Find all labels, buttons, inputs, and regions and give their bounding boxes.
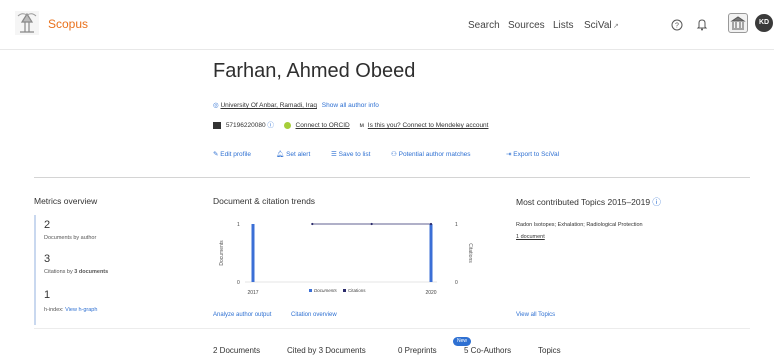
top-header: Scopus Search Sources Lists SciVal ↗ ? K…	[0, 0, 774, 50]
author-name: Farhan, Ahmed Obeed	[213, 60, 416, 82]
documents-label: Documents by author	[44, 235, 97, 241]
h-index-value: 1	[44, 289, 51, 301]
y-tick-label: 1	[237, 222, 240, 228]
documents-count: 2	[44, 219, 51, 231]
y2-tick-label: 1	[455, 222, 458, 228]
id-card-icon	[213, 121, 221, 129]
info-icon[interactable]: ⓘ	[267, 122, 274, 129]
legend-citations-label: Citations	[348, 288, 366, 293]
bell-icon[interactable]	[696, 18, 708, 36]
analyze-output-link[interactable]: Analyze author output	[213, 312, 271, 318]
tab-preprints[interactable]: 0 Preprints	[398, 346, 437, 355]
tab-documents[interactable]: 2 Documents	[213, 346, 260, 355]
y-axis-label: Documents	[219, 240, 225, 266]
y2-tick-label: 0	[455, 280, 458, 286]
help-icon[interactable]: ?	[671, 18, 683, 36]
topic-name: Radon Isotopes; Exhalation; Radiological…	[516, 222, 643, 228]
new-badge: New	[453, 337, 471, 346]
set-alert-button[interactable]: 🔔︎ Set alert	[276, 150, 310, 158]
tab-topics[interactable]: Topics	[538, 346, 561, 355]
metrics-panel: 2 Documents by author 3 Citations by 3 d…	[34, 215, 194, 325]
y2-axis-label: Citations	[467, 243, 473, 263]
connect-orcid-link[interactable]: Connect to ORCID	[296, 122, 350, 129]
show-all-info-link[interactable]: Show all author info	[322, 102, 379, 109]
scopus-id: 57196220080	[225, 122, 266, 129]
save-to-list-label: Save to list	[338, 151, 371, 158]
set-alert-label: Set alert	[286, 151, 311, 158]
documents-bar	[429, 224, 433, 282]
bell-icon: 🔔︎	[276, 151, 287, 158]
id-line: 57196220080 ⓘ Connect to ORCID ᴍ Is this…	[213, 119, 488, 129]
nav-search[interactable]: Search	[468, 20, 500, 31]
topics-title: Most contributed Topics 2015–2019 ⓘ	[516, 197, 661, 207]
svg-text:?: ?	[675, 23, 679, 30]
citations-point	[311, 222, 314, 226]
view-h-graph-link[interactable]: View h-graph	[65, 307, 97, 313]
tab-co-authors[interactable]: 5 Co-Authors	[464, 346, 511, 355]
tab-cited-by[interactable]: Cited by 3 Documents	[287, 346, 366, 355]
trends-chart: 1 0 1 0 Documents Citations 2017 2020 Documents C…	[219, 222, 473, 296]
citations-point	[370, 222, 373, 226]
info-icon[interactable]: ⓘ	[652, 197, 661, 207]
x-tick-label: 2017	[247, 290, 258, 296]
citations-point	[429, 222, 433, 226]
export-scival-label: Export to SciVal	[513, 151, 560, 158]
section-divider	[34, 177, 750, 178]
save-to-list-button[interactable]: ☰ Save to list	[331, 150, 370, 158]
potential-matches-button[interactable]: ⚇ Potential author matches	[391, 150, 471, 158]
legend-documents-label: Documents	[314, 288, 338, 293]
external-link-icon: ↗	[613, 23, 619, 30]
affiliation-link[interactable]: University Of Anbar, Ramadi, Iraq	[220, 102, 316, 109]
citation-overview-link[interactable]: Citation overview	[291, 312, 337, 318]
legend-citations-swatch	[343, 289, 346, 292]
people-icon: ⚇	[391, 151, 399, 158]
scopus-logo[interactable]: Scopus	[48, 17, 88, 31]
orcid-icon	[283, 121, 291, 129]
view-all-topics-link[interactable]: View all Topics	[516, 312, 555, 318]
tabs-divider	[34, 328, 750, 329]
documents-bar	[251, 224, 255, 282]
x-tick-label: 2020	[425, 290, 436, 296]
potential-matches-label: Potential author matches	[398, 151, 471, 158]
connect-mendeley-link[interactable]: Is this you? Connect to Mendeley account	[368, 122, 489, 129]
institution-icon[interactable]	[728, 13, 748, 33]
citations-count: 3	[44, 253, 51, 265]
metrics-title: Metrics overview	[34, 196, 98, 206]
nav-lists[interactable]: Lists	[553, 20, 574, 31]
nav-sources[interactable]: Sources	[508, 20, 545, 31]
edit-profile-button[interactable]: ✎ Edit profile	[213, 150, 251, 158]
export-scival-button[interactable]: ⇥ Export to SciVal	[506, 150, 559, 158]
citations-label: Citations by 3 documents	[44, 269, 109, 275]
trends-title: Document & citation trends	[213, 196, 316, 206]
legend-documents-swatch	[309, 289, 312, 292]
edit-profile-label: Edit profile	[220, 151, 251, 158]
mendeley-icon: ᴍ	[359, 122, 364, 129]
user-avatar[interactable]: KD	[755, 14, 773, 32]
topic-document-link[interactable]: 1 document	[516, 234, 545, 240]
elsevier-logo[interactable]	[14, 10, 40, 36]
list-icon: ☰	[331, 151, 339, 158]
h-index-label: h-index:	[44, 307, 64, 313]
h-index-line: h-index: View h-graph	[44, 307, 97, 313]
nav-scival[interactable]: SciVal	[584, 20, 612, 31]
y-tick-label: 0	[237, 280, 240, 286]
affiliation-line: ◎ University Of Anbar, Ramadi, Iraq Show…	[213, 101, 379, 109]
